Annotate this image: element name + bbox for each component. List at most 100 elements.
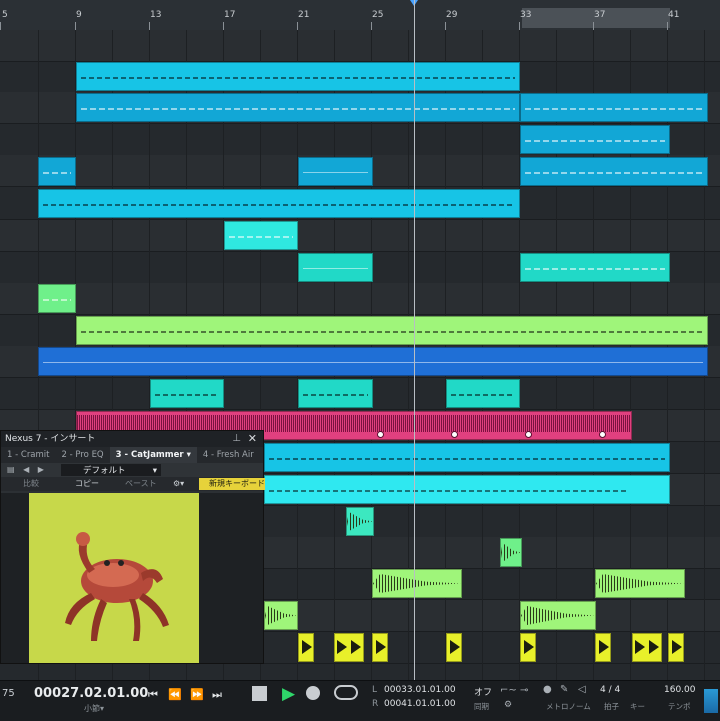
loop-right-label: R — [372, 699, 379, 709]
bar-label: 21 — [298, 10, 310, 20]
new-keyboard-button[interactable]: 新規キーボード — [199, 478, 265, 490]
bar-label: 41 — [668, 10, 680, 20]
midi-clip[interactable] — [298, 253, 373, 282]
insert-tabs: 1 - Cramit 2 - Pro EQ 3 - CatJammer ▾ 4 … — [1, 447, 263, 463]
play-button[interactable]: ▶ — [282, 684, 295, 704]
bar-label: 29 — [446, 10, 458, 20]
copy-button[interactable]: コピー — [75, 477, 99, 491]
midi-clip[interactable] — [298, 157, 373, 186]
plugin-window[interactable]: Nexus 7 - インサート ⊥ ✕ 1 - Cramit 2 - Pro E… — [0, 430, 265, 664]
preset-row: ▤ ◀ ▶ デフォルト ▾ — [1, 463, 263, 477]
plugin-right-pane — [199, 493, 263, 663]
preset-nav-icons[interactable]: ▤ ◀ ▶ — [7, 463, 47, 477]
audio-clip[interactable] — [298, 633, 314, 662]
forward-end-icon[interactable]: ⏭ — [212, 688, 222, 702]
audio-clip[interactable] — [264, 601, 298, 630]
compare-button[interactable]: 比較 — [23, 477, 39, 491]
tempo-value[interactable]: 160.00 — [664, 685, 696, 695]
stop-button[interactable] — [252, 686, 267, 701]
audio-clip[interactable] — [595, 569, 685, 598]
close-icon[interactable]: ✕ — [248, 431, 257, 447]
loop-right-value[interactable]: 00041.01.01.00 — [384, 699, 456, 709]
audio-clip[interactable] — [632, 633, 662, 662]
loop-left-value[interactable]: 00033.01.01.00 — [384, 685, 456, 695]
bar-label: 33 — [520, 10, 532, 20]
rewind-start-icon[interactable]: ⏮ — [148, 688, 158, 702]
metronome-settings-icon[interactable]: ✎ — [560, 684, 568, 695]
midi-clip[interactable] — [224, 221, 298, 250]
timeline-ruler[interactable]: 5 9 13 17 21 25 29 33 37 41 — [0, 0, 720, 31]
audio-clip[interactable] — [346, 507, 374, 536]
click-icon[interactable]: ◁ — [578, 684, 586, 695]
playhead-line — [414, 0, 415, 680]
midi-clip[interactable] — [76, 93, 520, 122]
audio-clip[interactable] — [446, 633, 462, 662]
sync-value[interactable]: オフ — [474, 685, 492, 698]
audio-clip[interactable] — [595, 633, 611, 662]
rewind-icon[interactable]: ⏪ — [168, 688, 182, 701]
preset-select[interactable]: デフォルト ▾ — [61, 464, 161, 476]
bar-label: 5 — [2, 10, 8, 20]
sync-settings-icon[interactable]: ⚙ — [504, 700, 512, 710]
audio-clip[interactable] — [372, 633, 388, 662]
tab-catjammer[interactable]: 3 - CatJammer ▾ — [109, 447, 197, 463]
midi-clip[interactable] — [150, 379, 224, 408]
time-signature[interactable]: 4 / 4 — [600, 685, 620, 695]
bar-label: 37 — [594, 10, 606, 20]
audio-clip[interactable] — [372, 569, 462, 598]
loop-left-label: L — [372, 685, 378, 695]
midi-clip[interactable] — [264, 443, 670, 472]
midi-clip[interactable] — [38, 284, 76, 313]
tempo-tool-icon[interactable]: ⌐~ — [500, 685, 517, 696]
midi-clip[interactable] — [520, 157, 708, 186]
midi-clip[interactable] — [38, 347, 708, 376]
sync-label: 同期 — [474, 702, 489, 711]
plugin-title: Nexus 7 - インサート — [5, 434, 96, 444]
midi-clip[interactable] — [38, 157, 76, 186]
audio-clip[interactable] — [334, 633, 364, 662]
midi-clip[interactable] — [76, 316, 708, 345]
midi-clip[interactable] — [38, 189, 520, 218]
position-unit[interactable]: 小節▾ — [84, 703, 104, 714]
audio-clip[interactable] — [520, 633, 536, 662]
midi-clip[interactable] — [446, 379, 520, 408]
midi-clip[interactable] — [76, 62, 520, 91]
transport-bar: 75 00027.02.01.00 小節▾ ⏮ ⏪ ⏩ ⏭ ▶ L 00033.… — [0, 680, 720, 721]
preset-name: デフォルト — [83, 466, 126, 476]
plugin-artwork — [29, 493, 199, 663]
tab-pro-eq[interactable]: 2 - Pro EQ — [56, 447, 110, 463]
bar-label: 17 — [224, 10, 236, 20]
tempo-label: テンポ — [668, 702, 691, 711]
midi-clip[interactable] — [298, 379, 373, 408]
level-meter — [704, 689, 718, 713]
midi-clip[interactable] — [520, 253, 670, 282]
midi-clip[interactable] — [520, 93, 708, 122]
plugin-left-pane — [1, 493, 29, 663]
midi-clip[interactable] — [520, 125, 670, 154]
bar-label: 25 — [372, 10, 384, 20]
gear-icon[interactable]: ⚙▾ — [173, 477, 184, 491]
tab-cramit[interactable]: 1 - Cramit — [1, 447, 56, 463]
record-button[interactable] — [306, 686, 320, 700]
cpu-readout: 75 — [2, 688, 15, 699]
loop-button[interactable] — [334, 685, 358, 700]
crab-image — [65, 532, 169, 641]
pin-icon[interactable]: ⊥ — [232, 431, 241, 447]
key-label: キー — [630, 702, 645, 711]
fast-forward-icon[interactable]: ⏩ — [190, 688, 204, 701]
metronome-label: メトロノーム — [546, 702, 591, 711]
plugin-toolbar: 比較 コピー ペースト ⚙▾ 新規キーボード — [1, 477, 265, 491]
paste-button[interactable]: ペースト — [125, 477, 157, 491]
metronome-dot-icon[interactable]: ● — [543, 684, 552, 695]
bar-label: 9 — [76, 10, 82, 20]
midi-clip[interactable] — [264, 475, 670, 504]
chevron-down-icon: ▾ — [152, 466, 157, 476]
audio-clip[interactable] — [520, 601, 596, 630]
plugin-titlebar[interactable]: Nexus 7 - インサート ⊥ ✕ — [1, 431, 263, 447]
bar-label: 13 — [150, 10, 162, 20]
audio-clip[interactable] — [668, 633, 684, 662]
tab-fresh-air[interactable]: 4 - Fresh Air — [197, 447, 260, 463]
precount-icon[interactable]: ⊸ — [520, 685, 528, 696]
audio-clip[interactable] — [500, 538, 522, 567]
position-display[interactable]: 00027.02.01.00 — [34, 686, 148, 701]
